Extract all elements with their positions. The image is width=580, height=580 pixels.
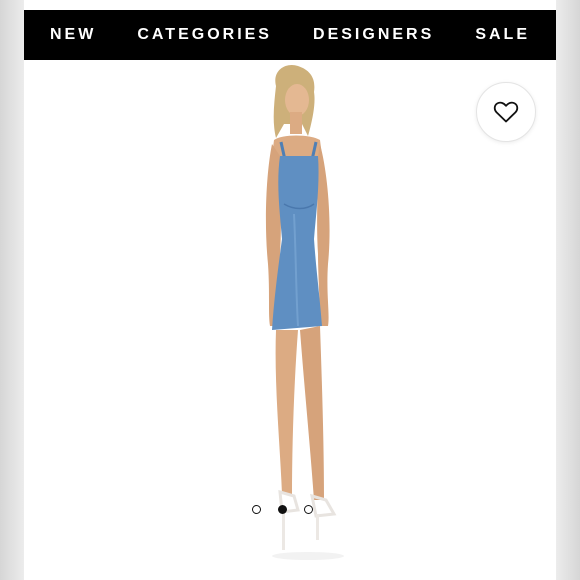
carousel-dots (252, 505, 313, 514)
heart-icon (493, 101, 519, 123)
nav-item-sale[interactable]: SALE (475, 26, 530, 44)
product-gallery (24, 60, 556, 580)
nav-item-designers[interactable]: DESIGNERS (313, 26, 434, 44)
carousel-dot-1[interactable] (252, 505, 261, 514)
product-image[interactable] (224, 64, 364, 564)
carousel-dot-3[interactable] (304, 505, 313, 514)
wishlist-button[interactable] (476, 82, 536, 142)
main-nav: NEW CATEGORIES DESIGNERS SALE (24, 10, 556, 60)
carousel-dot-2-active[interactable] (278, 505, 287, 514)
top-strip (24, 0, 556, 8)
nav-item-categories[interactable]: CATEGORIES (137, 26, 272, 44)
nav-item-new[interactable]: NEW (50, 26, 96, 44)
